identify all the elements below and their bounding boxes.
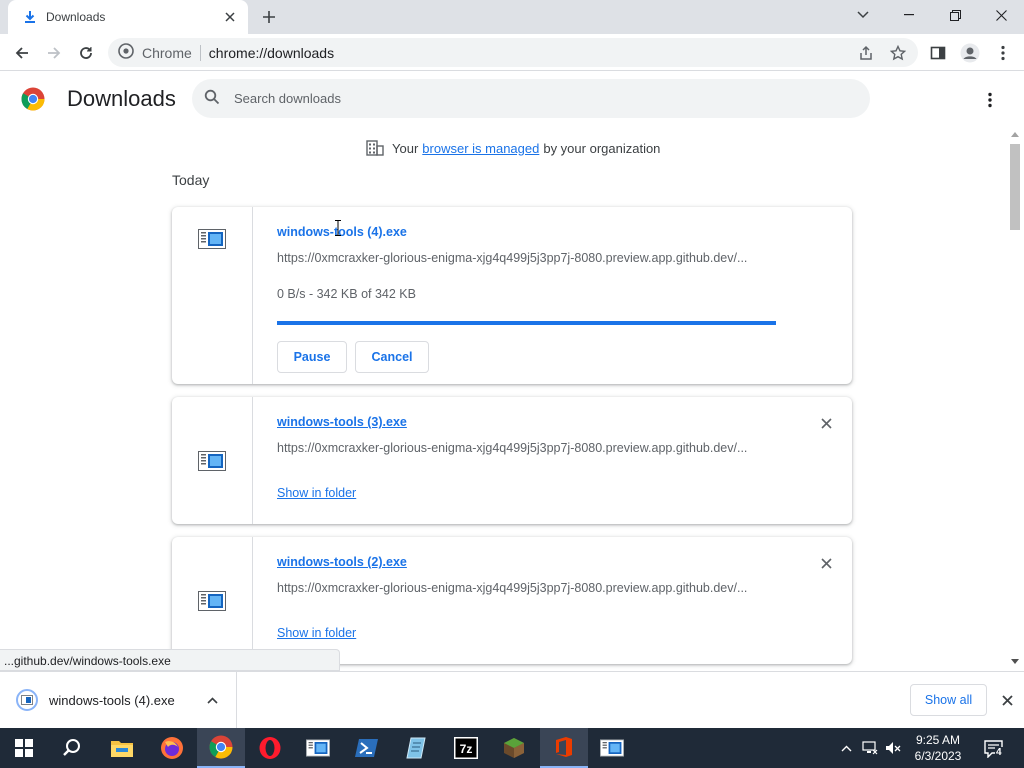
installer-file-icon — [198, 591, 226, 611]
tab-downloads[interactable]: Downloads — [8, 0, 248, 34]
download-filename[interactable]: windows-tools (3).exe — [277, 415, 407, 429]
cancel-button[interactable]: Cancel — [355, 341, 429, 373]
date-section-label: Today — [172, 172, 210, 188]
managed-prefix: Your — [392, 140, 419, 156]
page-title: Downloads — [67, 86, 176, 111]
show-in-folder-link[interactable]: Show in folder — [277, 626, 356, 640]
tab-search-icon[interactable] — [840, 0, 886, 30]
download-icon — [22, 9, 38, 25]
installer-icon[interactable] — [294, 728, 342, 768]
7zip-icon[interactable]: 7z — [442, 728, 490, 768]
opera-icon[interactable] — [246, 728, 294, 768]
show-all-button[interactable]: Show all — [910, 684, 987, 716]
back-button[interactable] — [9, 40, 35, 66]
omnibox-divider — [199, 44, 201, 61]
chevron-up-icon[interactable] — [204, 692, 220, 708]
download-progress-fill — [277, 321, 776, 325]
start-icon[interactable] — [0, 728, 48, 768]
close-window-button[interactable] — [978, 0, 1024, 30]
chrome-menu-icon[interactable] — [990, 40, 1016, 66]
shelf-download-item[interactable]: windows-tools (4).exe — [0, 672, 237, 728]
download-item: windows-tools (4).exe https://0xmcraxker… — [172, 207, 852, 384]
file-icon-column — [172, 207, 253, 384]
office-icon[interactable] — [540, 728, 588, 768]
download-source-url[interactable]: https://0xmcraxker-glorious-enigma-xjg4q… — [277, 581, 747, 595]
clock-date: 6/3/2023 — [914, 749, 962, 763]
chrome-logo-icon — [21, 87, 45, 111]
installer-file-icon — [198, 451, 226, 471]
chrome-site-icon — [118, 43, 134, 62]
chrome-icon[interactable] — [197, 728, 245, 768]
svg-text:7z: 7z — [460, 742, 473, 756]
installer-icon[interactable] — [588, 728, 636, 768]
browser-managed-link[interactable]: browser is managed — [422, 141, 539, 156]
shelf-file-icon — [16, 689, 38, 711]
notepad-icon[interactable] — [392, 728, 440, 768]
scroll-down-arrow-icon[interactable] — [1011, 659, 1019, 664]
text-cursor-icon — [335, 220, 341, 236]
remove-from-list-icon[interactable] — [816, 413, 836, 433]
windows-taskbar: 7z 9:25 AM 6/3/2023 4 — [0, 728, 1024, 768]
show-in-folder-link[interactable]: Show in folder — [277, 486, 356, 500]
download-progress-bar — [277, 321, 776, 325]
powershell-icon[interactable] — [343, 728, 391, 768]
restore-button[interactable] — [932, 0, 978, 30]
bookmark-star-icon[interactable] — [886, 38, 910, 67]
page-scrollbar[interactable] — [1007, 127, 1024, 671]
managed-notice: Your browser is managed by your organiza… — [366, 140, 660, 156]
scrollbar-thumb[interactable] — [1010, 144, 1020, 230]
download-item: windows-tools (2).exe https://0xmcraxker… — [172, 537, 852, 664]
tab-strip: Downloads — [0, 0, 1024, 34]
link-status-bubble: ...github.dev/windows-tools.exe — [0, 649, 340, 671]
volume-muted-icon[interactable] — [885, 740, 901, 756]
forward-button[interactable] — [41, 40, 67, 66]
file-icon-column — [172, 537, 253, 664]
toolbar: Chrome chrome://downloads — [0, 34, 1024, 71]
side-panel-icon[interactable] — [925, 40, 951, 66]
downloads-header: Downloads — [0, 71, 1024, 127]
download-filename[interactable]: windows-tools (4).exe — [277, 225, 407, 239]
profile-avatar[interactable] — [957, 40, 983, 66]
network-icon[interactable] — [862, 740, 878, 756]
site-label: Chrome — [142, 44, 192, 61]
new-tab-button[interactable] — [259, 7, 279, 27]
search-icon[interactable] — [48, 728, 96, 768]
download-item: windows-tools (3).exe https://0xmcraxker… — [172, 397, 852, 524]
scroll-up-arrow-icon[interactable] — [1011, 132, 1019, 137]
pause-button[interactable]: Pause — [277, 341, 347, 373]
download-source-url[interactable]: https://0xmcraxker-glorious-enigma-xjg4q… — [277, 251, 747, 265]
download-status: 0 B/s - 342 KB of 342 KB — [277, 287, 416, 301]
clock-time: 9:25 AM — [915, 733, 961, 747]
search-input[interactable] — [234, 91, 834, 106]
address-bar[interactable]: Chrome chrome://downloads — [108, 38, 918, 67]
download-source-url[interactable]: https://0xmcraxker-glorious-enigma-xjg4q… — [277, 441, 747, 455]
reload-button[interactable] — [73, 40, 99, 66]
minecraft-icon[interactable] — [490, 728, 538, 768]
shelf-filename: windows-tools (4).exe — [49, 693, 175, 708]
taskbar-clock[interactable]: 9:25 AM 6/3/2023 — [906, 732, 970, 764]
url-text[interactable]: chrome://downloads — [209, 45, 334, 61]
download-shelf: windows-tools (4).exe Show all — [0, 671, 1024, 728]
share-icon[interactable] — [854, 38, 878, 67]
search-box[interactable] — [192, 79, 870, 118]
installer-file-icon — [198, 229, 226, 249]
building-icon — [366, 140, 384, 156]
firefox-icon[interactable] — [148, 728, 196, 768]
close-shelf-icon[interactable] — [997, 690, 1017, 710]
download-filename[interactable]: windows-tools (2).exe — [277, 555, 407, 569]
notification-count: 4 — [995, 747, 1003, 758]
file-icon-column — [172, 397, 253, 524]
notification-center-icon[interactable]: 4 — [983, 739, 1005, 759]
managed-suffix: by your organization — [543, 140, 661, 156]
more-actions-icon[interactable] — [978, 88, 1002, 112]
tab-close-icon[interactable] — [222, 9, 238, 25]
show-hidden-icons-icon[interactable] — [838, 740, 854, 756]
minimize-button[interactable] — [886, 0, 932, 30]
search-icon — [204, 89, 220, 108]
remove-from-list-icon[interactable] — [816, 553, 836, 573]
tab-title: Downloads — [46, 10, 106, 24]
file-explorer-icon[interactable] — [98, 728, 146, 768]
